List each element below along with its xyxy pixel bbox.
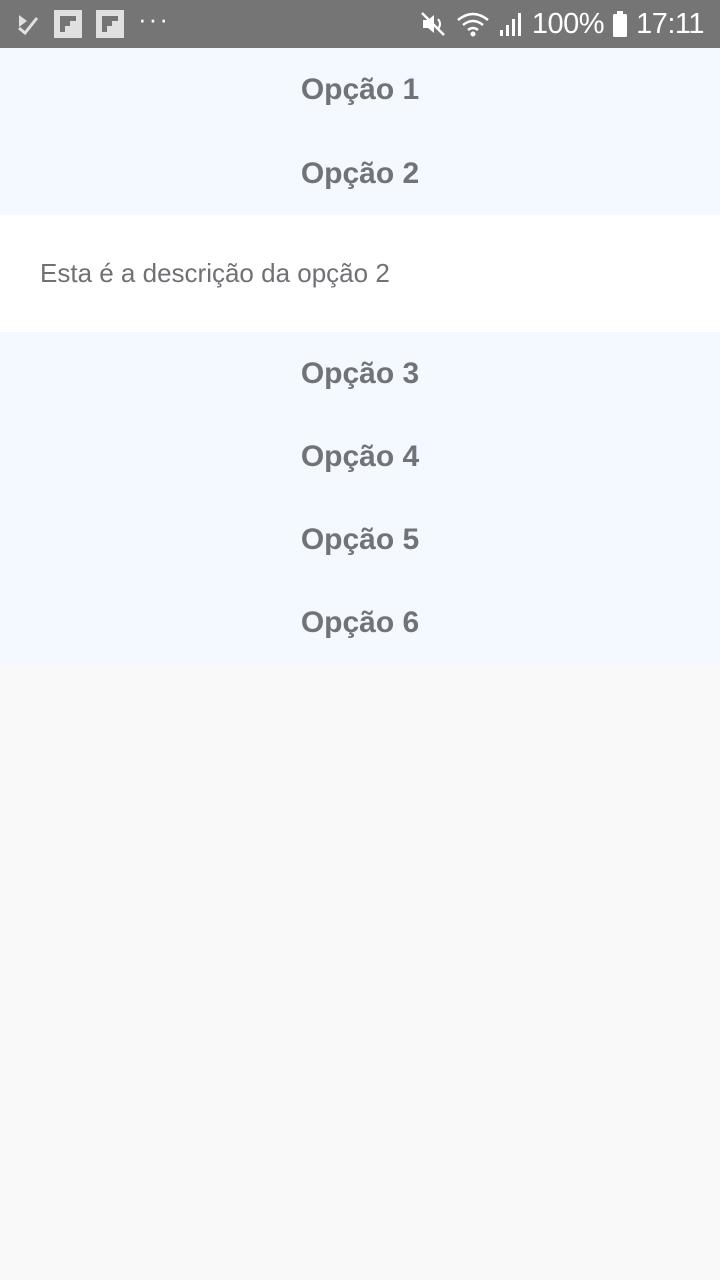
status-bar: ··· 100% 17:11 — [0, 0, 720, 48]
checkbox-icon — [16, 12, 40, 36]
accordion-option-4[interactable]: Opção 4 — [0, 415, 720, 498]
accordion-option-5[interactable]: Opção 5 — [0, 498, 720, 581]
accordion-option-3[interactable]: Opção 3 — [0, 332, 720, 415]
accordion-option-2[interactable]: Opção 2 — [0, 132, 720, 215]
flipboard-icon — [54, 10, 82, 38]
accordion-option-2-description: Esta é a descrição da opção 2 — [0, 215, 720, 332]
status-bar-left: ··· — [16, 6, 170, 38]
battery-icon — [612, 10, 628, 38]
mute-icon — [420, 10, 448, 38]
accordion: Opção 1 Opção 2 Esta é a descrição da op… — [0, 48, 720, 664]
battery-percentage: 100% — [531, 7, 605, 40]
signal-icon — [498, 10, 524, 38]
more-notifications-icon: ··· — [138, 4, 170, 34]
accordion-option-1[interactable]: Opção 1 — [0, 48, 720, 132]
status-bar-right: 100% 17:11 — [420, 8, 704, 41]
accordion-option-6[interactable]: Opção 6 — [0, 581, 720, 664]
clock: 17:11 — [636, 7, 704, 40]
flipboard-icon — [96, 10, 124, 38]
wifi-icon — [456, 10, 490, 38]
